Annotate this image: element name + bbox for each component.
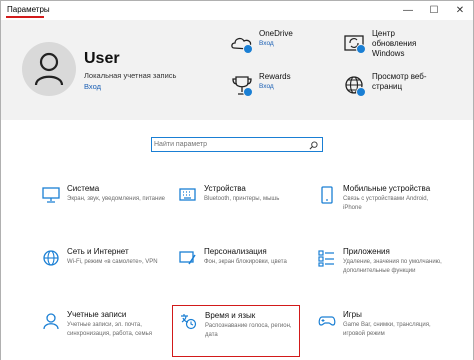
tile-description: Учетные записи, эл. почта, синхронизация…: [67, 322, 152, 337]
keyboard-icon: [179, 188, 196, 201]
globe-icon: [43, 250, 59, 266]
windows-update-title: Центр обновления Windows: [372, 29, 417, 58]
tile-time-language[interactable]: Время и язык Распознавание голоса, регио…: [172, 305, 300, 357]
phone-icon: [321, 186, 333, 204]
maximize-button[interactable]: ☐: [423, 1, 445, 21]
tile-title: Устройства: [204, 184, 246, 193]
time-language-icon: [181, 314, 197, 330]
minimize-button[interactable]: —: [397, 1, 419, 21]
search-input[interactable]: [154, 139, 304, 150]
search-box[interactable]: [151, 137, 323, 152]
apps-list-icon: [318, 250, 334, 267]
onedrive-title: OneDrive: [259, 29, 293, 38]
account-header: User Локальная учетная запись Вход OneDr…: [0, 20, 474, 120]
tile-title: Система: [67, 184, 100, 193]
window-title: Параметры: [7, 5, 50, 14]
tile-accounts[interactable]: Учетные записи Учетные записи, эл. почта…: [42, 310, 172, 360]
avatar[interactable]: [22, 42, 76, 96]
tile-description: Удаление, значения по умолчанию, дополни…: [343, 259, 442, 274]
tile-title: Мобильные устройства: [343, 184, 431, 193]
tile-apps[interactable]: Приложения Удаление, значения по умолчан…: [318, 247, 448, 301]
rewards-item[interactable]: Rewards Вход: [230, 72, 340, 112]
onedrive-sign-in[interactable]: Вход: [259, 40, 274, 47]
tile-description: Распознавание голоса, регион, дата: [205, 323, 292, 338]
status-dot: [356, 87, 366, 97]
rewards-title: Rewards: [259, 72, 291, 81]
account-type: Локальная учетная запись: [84, 71, 177, 80]
user-name: User: [84, 50, 120, 67]
web-browsing-title: Просмотр веб- страниц: [372, 72, 427, 91]
person-icon: [43, 313, 59, 330]
web-browsing-item[interactable]: Просмотр веб- страниц: [343, 72, 453, 112]
tile-description: Game Bar, снимки, трансляция, игровой ре…: [343, 322, 431, 337]
tile-mobile-devices[interactable]: Мобильные устройства Связь с устройствам…: [318, 184, 448, 238]
title-bar: Параметры — ☐ ✕: [0, 0, 474, 20]
status-dot: [243, 44, 253, 54]
rewards-sign-in[interactable]: Вход: [259, 83, 274, 90]
paint-icon: [179, 251, 196, 265]
tile-description: Экран, звук, уведомления, питание: [67, 196, 166, 202]
monitor-icon: [42, 187, 60, 203]
tile-network[interactable]: Сеть и Интернет Wi-Fi, режим «в самолете…: [42, 247, 172, 301]
tile-description: Bluetooth, принтеры, мышь: [204, 196, 280, 202]
tile-description: Wi-Fi, режим «в самолете», VPN: [67, 259, 158, 265]
tile-gaming[interactable]: Игры Game Bar, снимки, трансляция, игров…: [318, 310, 448, 360]
title-underline: [6, 16, 44, 18]
close-button[interactable]: ✕: [449, 1, 471, 21]
tile-title: Игры: [343, 310, 362, 319]
sign-in-link[interactable]: Вход: [84, 82, 101, 91]
tile-description: Связь с устройствами Android, iPhone: [343, 196, 429, 211]
tile-title: Время и язык: [205, 311, 256, 320]
tile-personalization[interactable]: Персонализация Фон, экран блокировки, цв…: [179, 247, 309, 301]
status-dot: [356, 44, 366, 54]
user-icon: [34, 52, 64, 86]
windows-update-item[interactable]: Центр обновления Windows: [343, 29, 453, 69]
onedrive-item[interactable]: OneDrive Вход: [230, 29, 340, 69]
gamepad-icon: [318, 316, 336, 326]
tile-title: Приложения: [343, 247, 390, 256]
tile-title: Учетные записи: [67, 310, 127, 319]
tile-title: Персонализация: [204, 247, 267, 256]
tile-devices[interactable]: Устройства Bluetooth, принтеры, мышь: [179, 184, 309, 238]
tile-title: Сеть и Интернет: [67, 247, 129, 256]
status-dot: [243, 87, 253, 97]
tile-description: Фон, экран блокировки, цвета: [204, 259, 287, 265]
search-icon[interactable]: [309, 141, 318, 150]
tile-system[interactable]: Система Экран, звук, уведомления, питани…: [42, 184, 172, 238]
